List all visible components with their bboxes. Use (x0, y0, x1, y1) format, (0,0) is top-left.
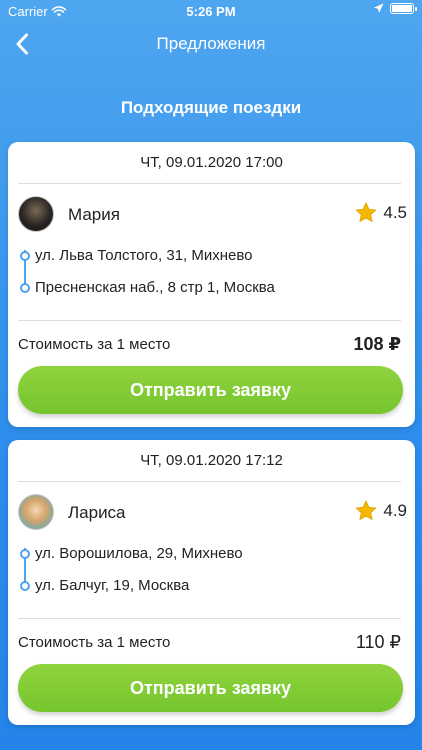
status-time: 5:26 PM (186, 4, 236, 19)
route-end-dot (20, 581, 30, 591)
route-to: Пресненская наб., 8 стр 1, Москва (35, 279, 275, 296)
driver-avatar[interactable] (18, 196, 54, 232)
divider (18, 183, 401, 184)
rating-value: 4.9 (383, 500, 407, 520)
section-title: Подходящие поездки (120, 98, 302, 117)
route-start-dot (20, 251, 30, 261)
trip-datetime: ЧТ, 09.01.2020 17:00 (140, 154, 283, 171)
star-icon (356, 500, 377, 520)
location-arrow-icon (373, 3, 384, 13)
trip-card: ЧТ, 09.01.2020 17:00 Мария 4.5 ул. Льва … (8, 142, 415, 427)
status-right (373, 3, 417, 14)
driver-avatar[interactable] (18, 494, 54, 530)
divider (18, 481, 401, 482)
battery-icon (390, 3, 417, 14)
route-from: ул. Ворошилова, 29, Михнево (35, 545, 243, 562)
send-request-button[interactable]: Отправить заявку (18, 366, 403, 414)
rating-value: 4.5 (383, 202, 407, 222)
page-title: Предложения (156, 34, 266, 53)
send-request-button[interactable]: Отправить заявку (18, 664, 403, 712)
status-bar: Carrier 5:26 PM (0, 0, 422, 22)
driver-name: Мария (68, 205, 120, 224)
divider (18, 320, 401, 321)
price-label: Стоимость за 1 место (18, 336, 171, 353)
navigation-bar: Предложения (0, 22, 422, 66)
route-from: ул. Льва Толстого, 31, Михнево (35, 247, 253, 264)
route-end-dot (20, 283, 30, 293)
route-to: ул. Балчуг, 19, Москва (35, 577, 190, 594)
driver-rating: 4.5 (355, 202, 407, 223)
trip-datetime: ЧТ, 09.01.2020 17:12 (140, 452, 283, 469)
driver-name: Лариса (68, 503, 126, 522)
route-start-dot (20, 549, 30, 559)
price-value: 108 ₽ (353, 334, 401, 354)
trip-card: ЧТ, 09.01.2020 17:12 Лариса 4.9 ул. Воро… (8, 440, 415, 725)
driver-rating: 4.9 (355, 500, 407, 521)
price-value: 110 ₽ (355, 632, 401, 652)
star-icon (356, 202, 377, 222)
divider (18, 618, 401, 619)
price-label: Стоимость за 1 место (18, 634, 171, 651)
